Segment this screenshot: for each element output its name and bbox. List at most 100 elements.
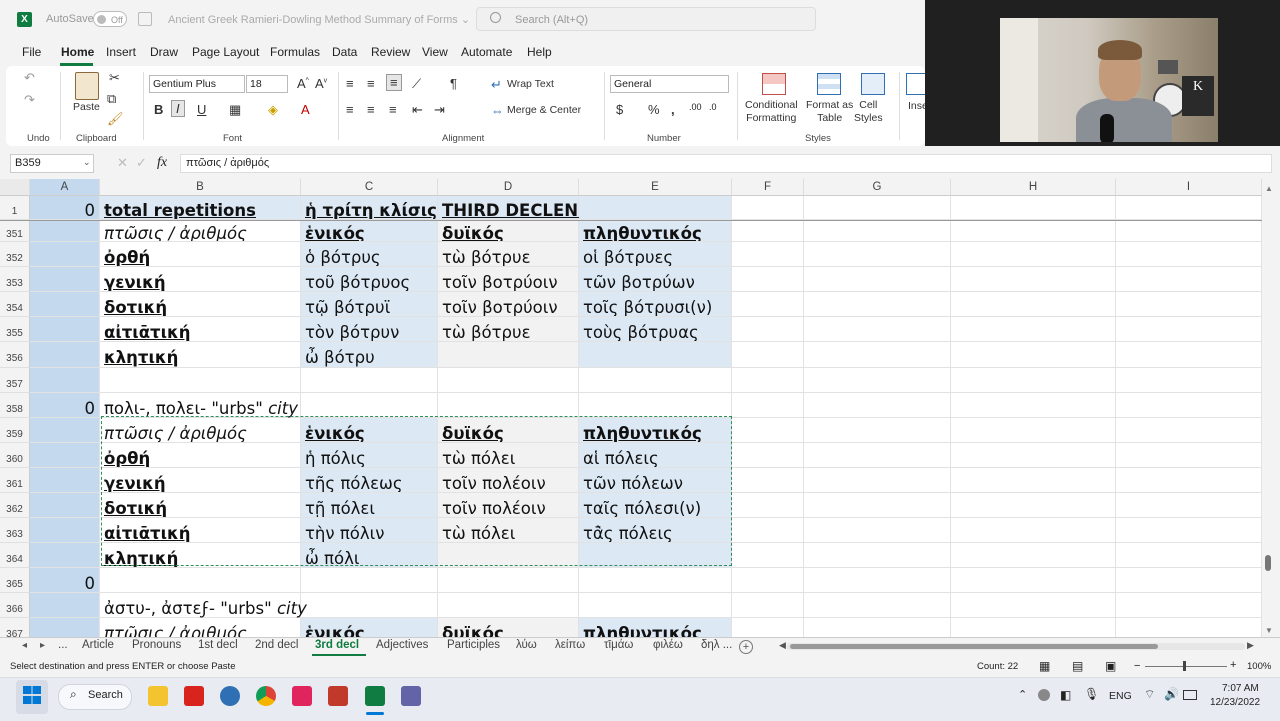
cell-c-13[interactable]: τὴν πόλιν: [301, 518, 438, 543]
zoom-level[interactable]: 100%: [1247, 661, 1271, 672]
cell-a-7[interactable]: [30, 368, 100, 393]
cell-b-5[interactable]: αἰτιᾱτική: [100, 317, 301, 342]
cancel-icon[interactable]: ✕: [117, 155, 128, 171]
row-header[interactable]: 354: [0, 292, 30, 317]
cell-g-6[interactable]: [804, 342, 951, 368]
zoom-slider-thumb[interactable]: [1183, 661, 1186, 671]
text-direction-icon[interactable]: ¶: [450, 76, 457, 91]
number-format-select[interactable]: General: [610, 75, 729, 93]
align-left-icon[interactable]: ≡: [346, 102, 354, 117]
cell-e-14[interactable]: [579, 543, 732, 568]
wrap-text-icon[interactable]: ↵: [491, 77, 502, 93]
cell-f-0[interactable]: [732, 196, 804, 220]
cell-b-17[interactable]: πτῶσις / ἀριθμός: [100, 618, 301, 637]
percent-icon[interactable]: %: [648, 102, 660, 117]
cell-b-15[interactable]: [100, 568, 301, 593]
cell-c-1[interactable]: ἑνικός: [301, 220, 438, 242]
zoom-in-icon[interactable]: +: [1230, 659, 1236, 671]
cell-c-17[interactable]: ἑνικός: [301, 618, 438, 637]
menu-automate[interactable]: Automate: [461, 45, 512, 59]
menu-data[interactable]: Data: [332, 45, 357, 59]
row-header[interactable]: 351: [0, 220, 30, 242]
next-sheet-icon[interactable]: ▸: [40, 640, 45, 651]
row-header[interactable]: 359: [0, 418, 30, 443]
sheet-tab-3rd-decl[interactable]: 3rd decl: [315, 639, 359, 651]
cell-i-16[interactable]: [1116, 593, 1262, 618]
page-break-view-icon[interactable]: ▣: [1105, 659, 1116, 673]
cell-a-2[interactable]: [30, 242, 100, 267]
cell-a-15[interactable]: 0: [30, 568, 100, 593]
row-header[interactable]: 365: [0, 568, 30, 593]
currency-icon[interactable]: $: [616, 102, 623, 117]
undo-icon[interactable]: ↶: [24, 70, 35, 86]
cell-h-5[interactable]: [951, 317, 1116, 342]
cell-b-14[interactable]: κλητική: [100, 543, 301, 568]
cell-a-1[interactable]: [30, 220, 100, 242]
align-bottom-icon[interactable]: ≡: [386, 74, 402, 91]
font-color-icon[interactable]: A: [301, 102, 310, 117]
camera-icon[interactable]: ◧: [1060, 688, 1071, 702]
column-header-i[interactable]: I: [1116, 179, 1262, 196]
cell-c-8[interactable]: [301, 393, 438, 418]
cell-f-13[interactable]: [732, 518, 804, 543]
cell-c-7[interactable]: [301, 368, 438, 393]
cell-f-1[interactable]: [732, 220, 804, 242]
font-name-select[interactable]: Gentium Plus: [149, 75, 245, 93]
hscroll-left-icon[interactable]: ◀: [779, 640, 786, 651]
cell-f-10[interactable]: [732, 443, 804, 468]
cell-e-8[interactable]: [579, 393, 732, 418]
page-layout-view-icon[interactable]: ▤: [1072, 659, 1083, 673]
cell-g-13[interactable]: [804, 518, 951, 543]
row-header[interactable]: 364: [0, 543, 30, 568]
menu-help[interactable]: Help: [527, 45, 552, 59]
cell-e-5[interactable]: τοὺς βότρυας: [579, 317, 732, 342]
cell-e-3[interactable]: τῶν βοτρύων: [579, 267, 732, 292]
cell-d-3[interactable]: τοῖν βοτρύοιν: [438, 267, 579, 292]
cell-b-9[interactable]: πτῶσις / ἀριθμός: [100, 418, 301, 443]
sheet-tab-leipo[interactable]: λείπω: [555, 639, 585, 651]
cell-c-10[interactable]: ἡ πόλις: [301, 443, 438, 468]
orientation-icon[interactable]: ⟋: [412, 76, 421, 92]
bold-button[interactable]: B: [154, 102, 163, 117]
row-header[interactable]: 358: [0, 393, 30, 418]
increase-decimal-icon[interactable]: .00: [689, 102, 702, 112]
zoom-out-icon[interactable]: −: [1134, 660, 1140, 672]
cell-b-8[interactable]: πολι-, πολει- "urbs" city: [100, 393, 301, 418]
cell-g-8[interactable]: [804, 393, 951, 418]
cell-a-12[interactable]: [30, 493, 100, 518]
cell-d-1[interactable]: δυϊκός: [438, 220, 579, 242]
cell-f-8[interactable]: [732, 393, 804, 418]
cell-e-17[interactable]: πληθυντικός: [579, 618, 732, 637]
cell-e-15[interactable]: [579, 568, 732, 593]
cell-d-6[interactable]: [438, 342, 579, 368]
cell-e-4[interactable]: τοῖς βότρυσι(ν): [579, 292, 732, 317]
menu-insert[interactable]: Insert: [106, 45, 136, 59]
cell-c-14[interactable]: ὦ πόλι: [301, 543, 438, 568]
microphone-icon[interactable]: 🎙: [1084, 687, 1099, 701]
zoom-slider-track[interactable]: [1145, 666, 1227, 667]
column-header-a[interactable]: A: [30, 179, 100, 196]
cell-f-9[interactable]: [732, 418, 804, 443]
cell-c-0[interactable]: ἡ τρίτη κλίσις: [301, 196, 438, 220]
clock-date[interactable]: 12/23/2022: [1210, 697, 1260, 708]
sheet-tab-article[interactable]: Article: [82, 639, 114, 651]
underline-button[interactable]: U: [197, 102, 206, 117]
cell-a-9[interactable]: [30, 418, 100, 443]
cell-c-16[interactable]: [301, 593, 438, 618]
cell-g-11[interactable]: [804, 468, 951, 493]
cell-d-7[interactable]: [438, 368, 579, 393]
cell-d-10[interactable]: τὼ πόλει: [438, 443, 579, 468]
cell-c-3[interactable]: τοῦ βότρυος: [301, 267, 438, 292]
row-header[interactable]: 1: [0, 196, 30, 220]
cell-i-0[interactable]: [1116, 196, 1262, 220]
name-box[interactable]: B359: [10, 154, 94, 173]
volume-icon[interactable]: 🔊: [1164, 687, 1179, 701]
cell-i-6[interactable]: [1116, 342, 1262, 368]
menu-formulas[interactable]: Formulas: [270, 45, 320, 59]
cell-e-9[interactable]: πληθυντικός: [579, 418, 732, 443]
cell-g-5[interactable]: [804, 317, 951, 342]
cell-f-6[interactable]: [732, 342, 804, 368]
cell-f-12[interactable]: [732, 493, 804, 518]
cell-i-4[interactable]: [1116, 292, 1262, 317]
cell-h-1[interactable]: [951, 220, 1116, 242]
